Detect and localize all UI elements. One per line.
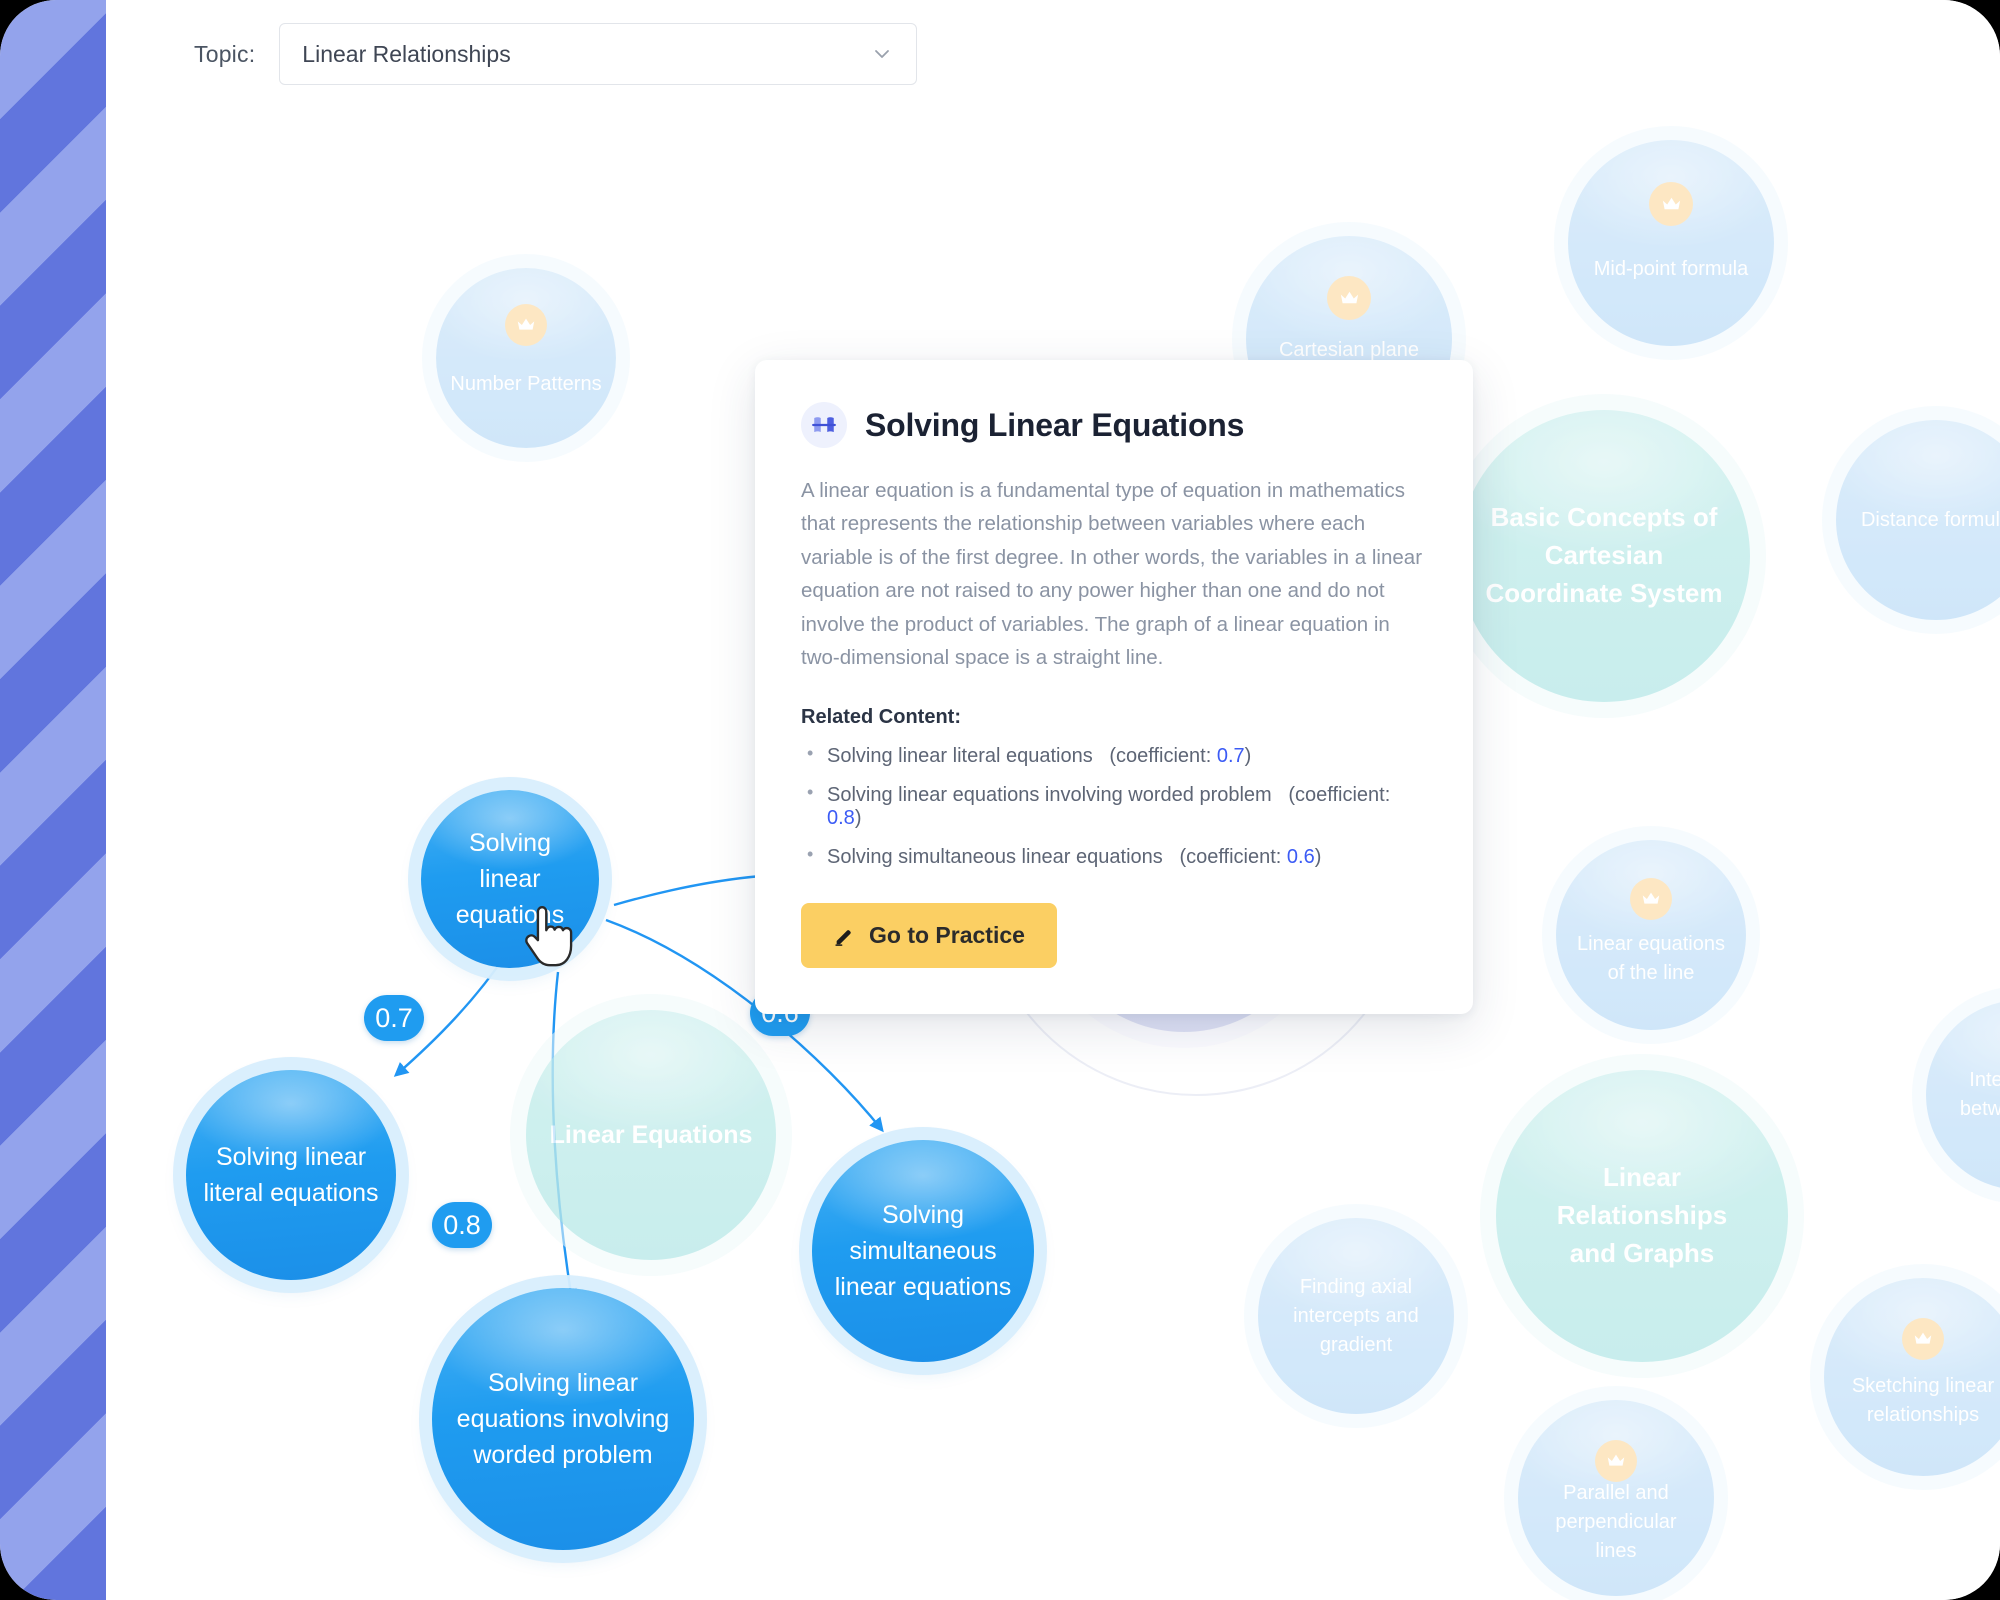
coefficient-suffix: ) — [1244, 745, 1252, 768]
coefficient-value: 0.8 — [827, 807, 855, 830]
decorative-stripe-rail — [0, 0, 106, 1600]
graph-node-label: Linear equations of the line — [1577, 933, 1725, 984]
related-item-text: Solving linear equations involving worde… — [827, 784, 1272, 807]
graph-node-solving-linear-equations-worded[interactable]: Solving linear equations involving worde… — [432, 1288, 694, 1550]
coefficient-value: 0.6 — [1286, 846, 1315, 869]
topbar: Topic: Linear Relationships — [106, 0, 2000, 108]
coefficient-prefix: (coefficient: — [1179, 846, 1282, 869]
topic-select-value: Linear Relationships — [302, 40, 511, 67]
go-to-practice-button[interactable]: Go to Practice — [801, 903, 1057, 969]
graph-node-label: Mid-point formula — [1593, 257, 1749, 280]
card-body-text: A linear equation is a fundamental type … — [801, 479, 1423, 670]
related-content-item[interactable]: Solving simultaneous linear equations (c… — [801, 844, 1427, 869]
graph-node-number-patterns[interactable]: Number Patterns — [436, 268, 616, 448]
graph-node-label: Basic Concepts of Cartesian Coordinate S… — [1485, 502, 1723, 608]
related-item-text: Solving linear literal equations — [827, 745, 1093, 768]
card-title: Solving Linear Equations — [865, 406, 1245, 443]
graph-node-finding-axial-intercepts[interactable]: Finding axial intercepts and gradient — [1258, 1218, 1454, 1414]
related-content-list: Solving linear literal equations (coeffi… — [801, 743, 1427, 869]
crown-icon — [1327, 276, 1371, 320]
coefficient-prefix: (coefficient: — [1109, 745, 1212, 768]
related-content-heading: Related Content: — [801, 706, 961, 729]
crown-icon — [505, 304, 547, 346]
graph-node-solving-simultaneous-linear-equations[interactable]: Solving simultaneous linear equations — [812, 1140, 1034, 1362]
crown-icon — [1595, 1440, 1637, 1482]
graph-node-solving-linear-literal-equations[interactable]: Solving linear literal equations — [186, 1070, 396, 1280]
screenshot-root: Topic: Linear Relationships Number Patte… — [0, 0, 2000, 1600]
topic-label: Topic: — [194, 40, 256, 67]
knowledge-graph-canvas[interactable]: Topic: Linear Relationships Number Patte… — [106, 0, 2000, 1600]
graph-node-basic-concepts-cartesian[interactable]: Basic Concepts of Cartesian Coordinate S… — [1458, 410, 1750, 702]
edge-weight-label: 0.8 — [443, 1209, 481, 1240]
graph-node-parallel-perpendicular-lines[interactable]: Parallel and perpendicular lines — [1518, 1400, 1714, 1596]
graph-node-label: Solving simultaneous linear equations — [834, 1200, 1012, 1302]
topic-select[interactable]: Linear Relationships — [279, 23, 918, 85]
mouse-cursor — [518, 905, 576, 976]
crown-icon — [1649, 182, 1693, 226]
related-content-item[interactable]: Solving linear literal equations (coeffi… — [801, 743, 1427, 768]
graph-node-label: Linear Equations — [549, 1120, 753, 1149]
graph-node-label: Linear Relationships and Graphs — [1556, 1162, 1728, 1268]
coefficient-value: 0.7 — [1216, 745, 1245, 768]
related-item-text: Solving simultaneous linear equations — [827, 846, 1163, 869]
coefficient-suffix: ) — [1314, 846, 1322, 869]
card-header: Solving Linear Equations — [801, 402, 1427, 448]
chevron-down-icon — [872, 44, 892, 64]
graph-node-label: Intersection between lines — [1959, 1069, 2000, 1120]
edge-weight-0-7[interactable]: 0.7 — [364, 995, 424, 1041]
pencil-icon — [833, 925, 855, 947]
graph-node-label: Finding axial intercepts and gradient — [1293, 1275, 1419, 1356]
coefficient-prefix: (coefficient: — [1288, 784, 1391, 807]
concept-detail-card: Solving Linear Equations A linear equati… — [755, 360, 1473, 1015]
graph-node-mid-point-formula[interactable]: Mid-point formula — [1568, 140, 1774, 346]
edge-weight-0-8[interactable]: 0.8 — [432, 1202, 492, 1248]
book-icon — [801, 402, 847, 448]
graph-node-label: Parallel and perpendicular lines — [1555, 1481, 1677, 1562]
coefficient-suffix: ) — [854, 807, 862, 830]
app-shell: Topic: Linear Relationships Number Patte… — [0, 0, 2000, 1600]
crown-icon — [1630, 878, 1672, 920]
graph-node-label: Sketching linear relationships — [1851, 1375, 1995, 1426]
graph-node-label: Number Patterns — [450, 372, 602, 395]
go-to-practice-label: Go to Practice — [869, 922, 1025, 949]
graph-node-linear-equations-of-the-line[interactable]: Linear equations of the line — [1556, 840, 1746, 1030]
graph-node-label: Solving linear literal equations — [203, 1142, 379, 1207]
edge-weight-label: 0.7 — [375, 1002, 413, 1033]
graph-node-linear-relationships-and-graphs[interactable]: Linear Relationships and Graphs — [1496, 1070, 1788, 1362]
crown-icon — [1902, 1318, 1944, 1360]
graph-node-label: Distance formula — [1860, 508, 2000, 531]
graph-node-label: Solving linear equations involving worde… — [456, 1368, 670, 1470]
graph-node-linear-equations[interactable]: Linear Equations — [526, 1010, 776, 1260]
related-content-item[interactable]: Solving linear equations involving worde… — [801, 782, 1427, 830]
